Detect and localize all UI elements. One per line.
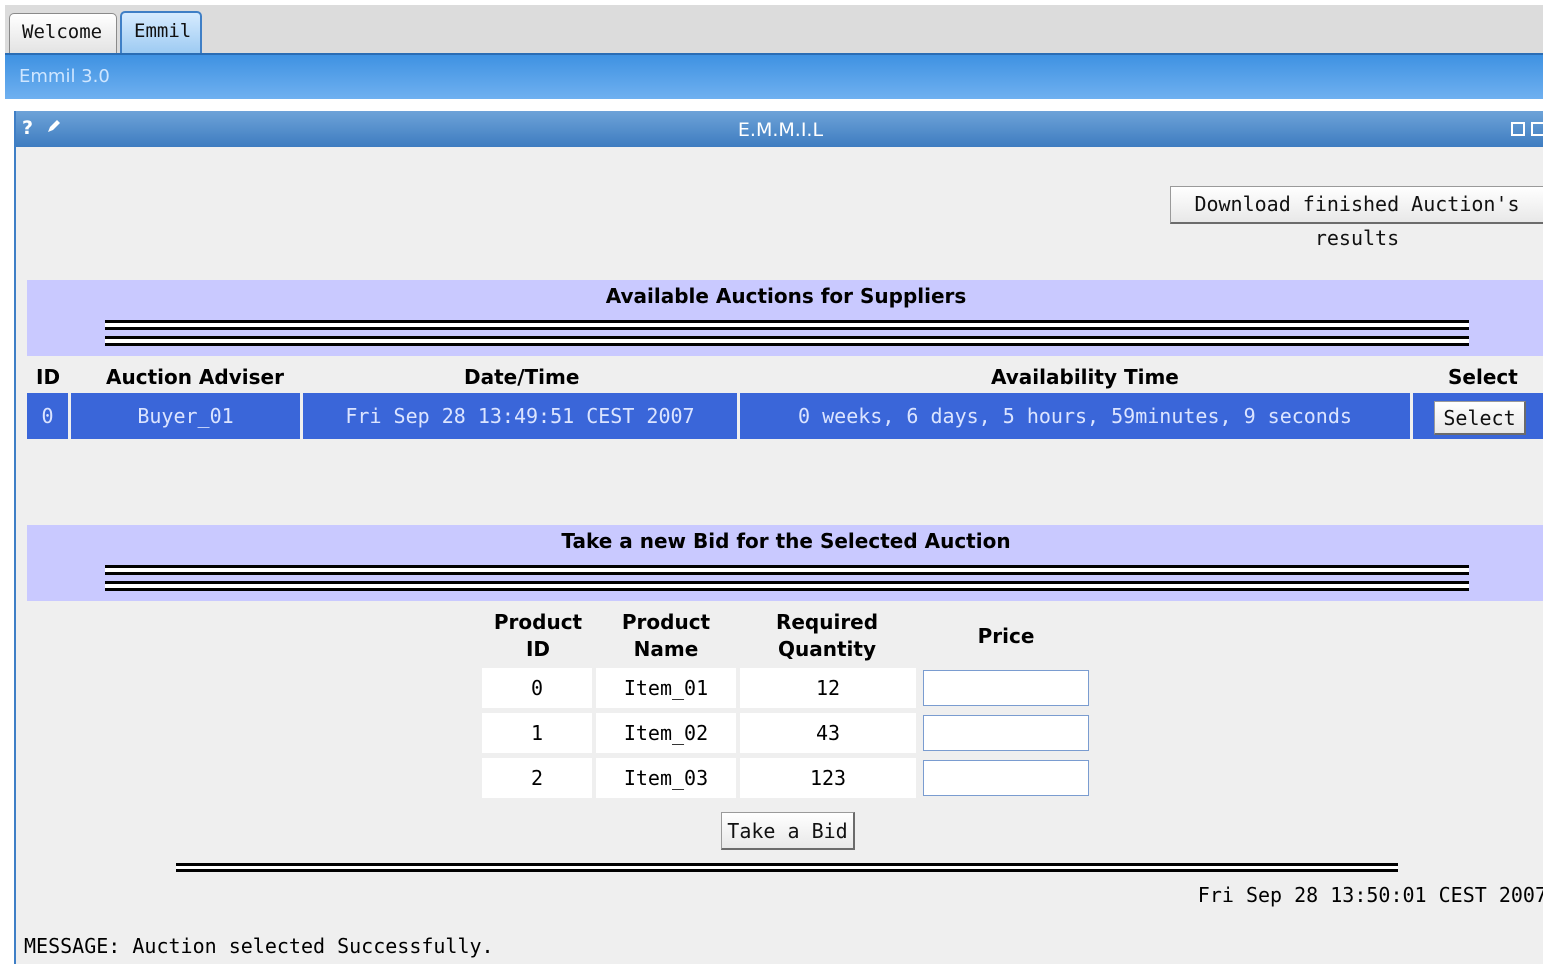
col-header-select: Select: [1448, 365, 1518, 389]
portlet: ? E.M.M.I.L Download finished Auction's …: [14, 111, 1543, 964]
price-input[interactable]: [923, 760, 1089, 796]
cell-quantity: 12: [740, 668, 916, 708]
download-results-button[interactable]: Download finished Auction's results: [1170, 186, 1543, 250]
app-title: Emmil 3.0: [19, 66, 110, 87]
server-timestamp: Fri Sep 28 13:50:01 CEST 2007: [1197, 883, 1543, 907]
take-bid-button[interactable]: Take a Bid: [721, 812, 855, 850]
bid-section-header: Take a new Bid for the Selected Auction: [27, 525, 1543, 601]
col-header-id: ID: [36, 365, 61, 389]
col-header-price: Price: [977, 624, 1035, 648]
cell-product-id: 1: [482, 713, 592, 753]
cell-product-name: Item_02: [596, 713, 736, 753]
cell-id: 0: [27, 393, 68, 439]
cell-quantity: 123: [740, 758, 916, 798]
col-header-availability: Availability Time: [991, 365, 1179, 389]
select-auction-button[interactable]: Select: [1434, 401, 1526, 435]
tab-bar: Welcome Emmil: [5, 5, 1543, 53]
divider: [105, 565, 1469, 575]
cell-product-name: Item_03: [596, 758, 736, 798]
auctions-title: Available Auctions for Suppliers: [605, 284, 967, 308]
cell-quantity: 43: [740, 713, 916, 753]
col-header-product-id: Product ID: [493, 610, 583, 661]
cell-product-id: 2: [482, 758, 592, 798]
col-header-product-name: Product Name: [621, 610, 711, 661]
tab-emmil[interactable]: Emmil: [120, 11, 202, 53]
tab-welcome[interactable]: Welcome: [9, 13, 117, 53]
auctions-section-header: Available Auctions for Suppliers: [27, 280, 1543, 356]
maximize-icon[interactable]: [1531, 122, 1543, 136]
col-header-required-quantity: Required Quantity: [775, 610, 879, 661]
col-header-datetime: Date/Time: [464, 365, 580, 389]
minimize-icon[interactable]: [1511, 122, 1525, 136]
col-header-adviser: Auction Adviser: [106, 365, 284, 389]
portlet-header: ? E.M.M.I.L: [16, 111, 1543, 147]
app-header: Emmil 3.0: [5, 53, 1543, 99]
cell-adviser: Buyer_01: [71, 393, 300, 439]
portlet-title: E.M.M.I.L: [737, 119, 824, 141]
bid-title: Take a new Bid for the Selected Auction: [561, 529, 1011, 553]
cell-product-name: Item_01: [596, 668, 736, 708]
cell-datetime: Fri Sep 28 13:49:51 CEST 2007: [303, 393, 737, 439]
price-input[interactable]: [923, 715, 1089, 751]
cell-availability: 0 weeks, 6 days, 5 hours, 59minutes, 9 s…: [740, 393, 1410, 439]
divider: [105, 581, 1469, 591]
divider: [105, 320, 1469, 330]
divider: [105, 336, 1469, 346]
status-message: MESSAGE: Auction selected Successfully.: [24, 934, 494, 958]
cell-product-id: 0: [482, 668, 592, 708]
price-input[interactable]: [923, 670, 1089, 706]
divider: [176, 863, 1398, 872]
